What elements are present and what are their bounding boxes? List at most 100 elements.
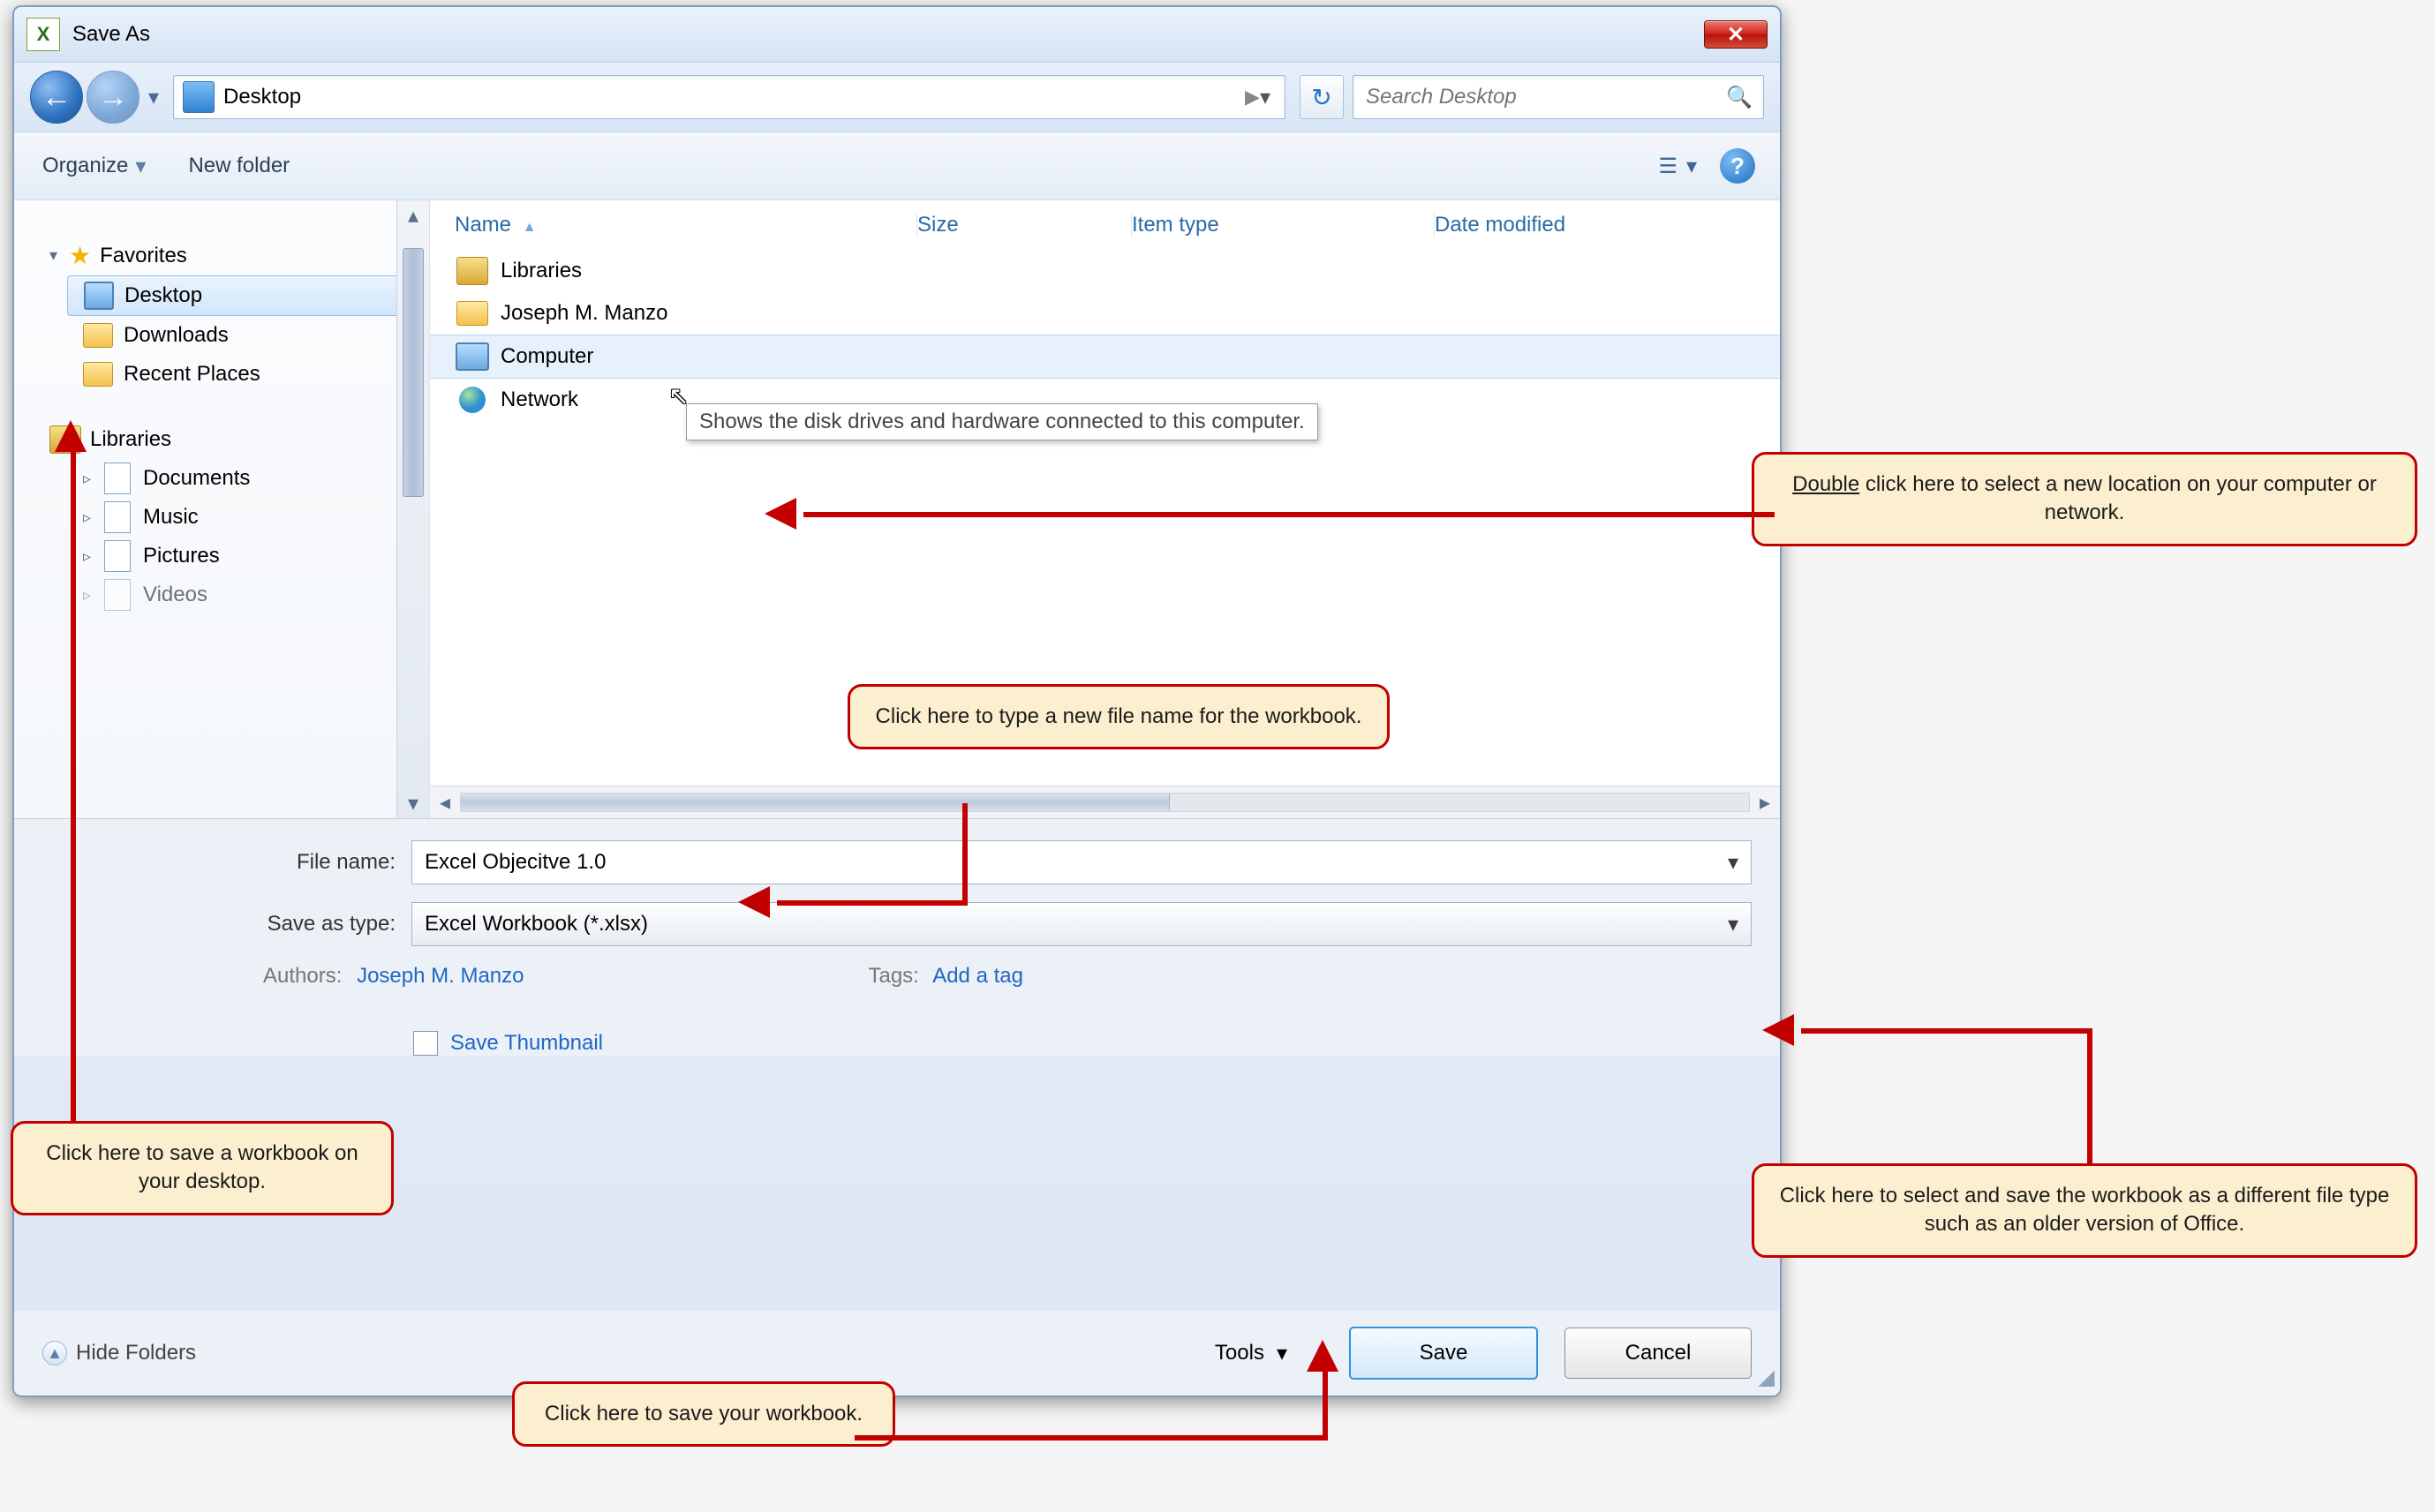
arrow-left-icon: ← [41, 80, 72, 115]
search-box[interactable]: 🔍 [1353, 75, 1764, 119]
tools-label: Tools [1215, 1341, 1264, 1365]
file-row-libraries[interactable]: Libraries [430, 250, 1780, 292]
tags-value[interactable]: Add a tag [932, 964, 1023, 988]
expander-icon[interactable]: ▾ [49, 246, 65, 265]
change-view-button[interactable]: ☰ ▾ [1653, 152, 1702, 181]
tags-label: Tags: [868, 964, 918, 988]
expander-icon[interactable]: ▹ [83, 586, 99, 605]
file-row-user[interactable]: Joseph M. Manzo [430, 292, 1780, 335]
desktop-icon [183, 81, 215, 113]
computer-tooltip: Shows the disk drives and hardware conne… [686, 403, 1318, 440]
chevron-down-icon[interactable]: ▾ [1728, 850, 1738, 876]
authors-value[interactable]: Joseph M. Manzo [357, 964, 524, 988]
tree-item-videos[interactable]: ▹ Videos [67, 575, 429, 614]
breadcrumb-separator-icon[interactable]: ▶ [1245, 86, 1260, 109]
chevron-down-icon: ▾ [1277, 1341, 1287, 1366]
scroll-down-icon[interactable]: ▾ [397, 788, 429, 818]
forward-button[interactable]: → [87, 71, 139, 124]
saveastype-label: Save as type: [42, 912, 411, 937]
tree-scrollbar[interactable]: ▴ ▾ [396, 200, 429, 818]
chevron-down-icon[interactable]: ▾ [1728, 912, 1738, 937]
tree-item-music[interactable]: ▹ Music [67, 498, 429, 537]
scroll-thumb[interactable] [461, 794, 1170, 811]
filename-value[interactable]: Excel Objecitve 1.0 [425, 850, 606, 875]
scroll-thumb[interactable] [403, 248, 424, 497]
tree-item-downloads[interactable]: Downloads [67, 316, 429, 355]
expander-icon[interactable]: ▹ [83, 508, 99, 527]
refresh-button[interactable]: ↻ [1300, 75, 1344, 119]
toolbar: Organize ▾ New folder ☰ ▾ ? [14, 132, 1780, 200]
tree-item-label: Pictures [143, 544, 220, 568]
tree-heading-favorites[interactable]: ▾ ★ Favorites [41, 236, 429, 275]
address-dropdown[interactable]: ▾ [1260, 85, 1270, 110]
favorites-label: Favorites [100, 244, 187, 268]
arrowhead-icon [1762, 1014, 1794, 1046]
callout-underline: Double [1792, 472, 1859, 496]
callout-desktop: Click here to save a workbook on your de… [11, 1121, 394, 1215]
history-dropdown[interactable]: ▾ [143, 71, 164, 123]
callout-text: click here to select a new location on y… [1859, 472, 2377, 524]
tags-field[interactable]: Tags: Add a tag [868, 964, 1022, 989]
tree-item-label: Documents [143, 466, 250, 491]
file-row-computer[interactable]: Computer [430, 335, 1780, 379]
tree-item-desktop[interactable]: Desktop [67, 275, 429, 316]
tree-item-recent-places[interactable]: Recent Places [67, 355, 429, 394]
chevron-down-icon: ▾ [1686, 154, 1697, 179]
authors-field[interactable]: Authors: Joseph M. Manzo [263, 964, 524, 989]
help-button[interactable]: ? [1720, 148, 1755, 184]
close-button[interactable]: ✕ [1704, 20, 1768, 49]
tree-item-documents[interactable]: ▹ Documents [67, 459, 429, 498]
organize-label: Organize [42, 154, 128, 178]
cancel-button[interactable]: Cancel [1564, 1328, 1752, 1379]
form-area: File name: Excel Objecitve 1.0 ▾ Save as… [14, 819, 1780, 1056]
arrowhead-icon [55, 420, 87, 452]
callout-filename: Click here to type a new file name for t… [848, 684, 1390, 749]
column-name[interactable]: Name ▲ [455, 213, 917, 237]
file-name: Joseph M. Manzo [501, 301, 667, 326]
tree-item-pictures[interactable]: ▹ Pictures [67, 537, 429, 575]
resize-grip-icon[interactable]: ◢ [1755, 1371, 1775, 1390]
sort-asc-icon: ▲ [523, 220, 537, 235]
libraries-label: Libraries [90, 427, 171, 452]
new-folder-button[interactable]: New folder [185, 148, 293, 184]
horizontal-scrollbar[interactable]: ◂ ▸ [430, 786, 1780, 818]
callout-arrow [803, 512, 1775, 517]
tree-item-label: Music [143, 505, 199, 530]
save-button[interactable]: Save [1349, 1327, 1538, 1380]
arrowhead-icon [738, 886, 770, 918]
scroll-left-icon[interactable]: ◂ [430, 786, 460, 818]
tree-heading-libraries[interactable]: Libraries [41, 420, 429, 459]
column-size[interactable]: Size [917, 213, 1132, 237]
hide-folders-button[interactable]: ▲ Hide Folders [42, 1341, 196, 1365]
address-text: Desktop [223, 85, 1234, 109]
saveastype-combo[interactable]: Excel Workbook (*.xlsx) ▾ [411, 902, 1752, 946]
filename-combo[interactable]: Excel Objecitve 1.0 ▾ [411, 840, 1752, 884]
expander-icon[interactable]: ▹ [83, 470, 99, 488]
file-name: Libraries [501, 259, 582, 283]
tree-group-favorites: ▾ ★ Favorites Desktop Downloads Recent P… [14, 236, 429, 394]
libraries-icon [456, 257, 488, 285]
callout-double-click: Double click here to select a new locati… [1752, 452, 2417, 546]
scroll-up-icon[interactable]: ▴ [397, 200, 429, 230]
column-date[interactable]: Date modified [1435, 213, 1755, 237]
arrow-right-icon: → [98, 80, 128, 115]
window-title: Save As [72, 22, 1704, 47]
videos-icon [104, 579, 131, 611]
callout-arrow [2087, 1028, 2092, 1165]
save-thumbnail-checkbox[interactable] [413, 1031, 438, 1056]
tools-menu[interactable]: Tools ▾ [1215, 1341, 1287, 1366]
organize-button[interactable]: Organize ▾ [39, 148, 149, 184]
arrowhead-icon [765, 498, 796, 530]
callout-arrow [1801, 1028, 2092, 1034]
scroll-track[interactable] [460, 793, 1750, 812]
back-button[interactable]: ← [30, 71, 83, 124]
callout-arrow [855, 1435, 1323, 1441]
search-input[interactable] [1364, 84, 1726, 110]
column-type[interactable]: Item type [1132, 213, 1435, 237]
scroll-right-icon[interactable]: ▸ [1750, 786, 1780, 818]
callout-arrow [1323, 1370, 1328, 1441]
callout-arrow [777, 900, 968, 906]
authors-label: Authors: [263, 964, 342, 988]
address-bar[interactable]: Desktop ▶ ▾ [173, 75, 1285, 119]
expander-icon[interactable]: ▹ [83, 547, 99, 566]
